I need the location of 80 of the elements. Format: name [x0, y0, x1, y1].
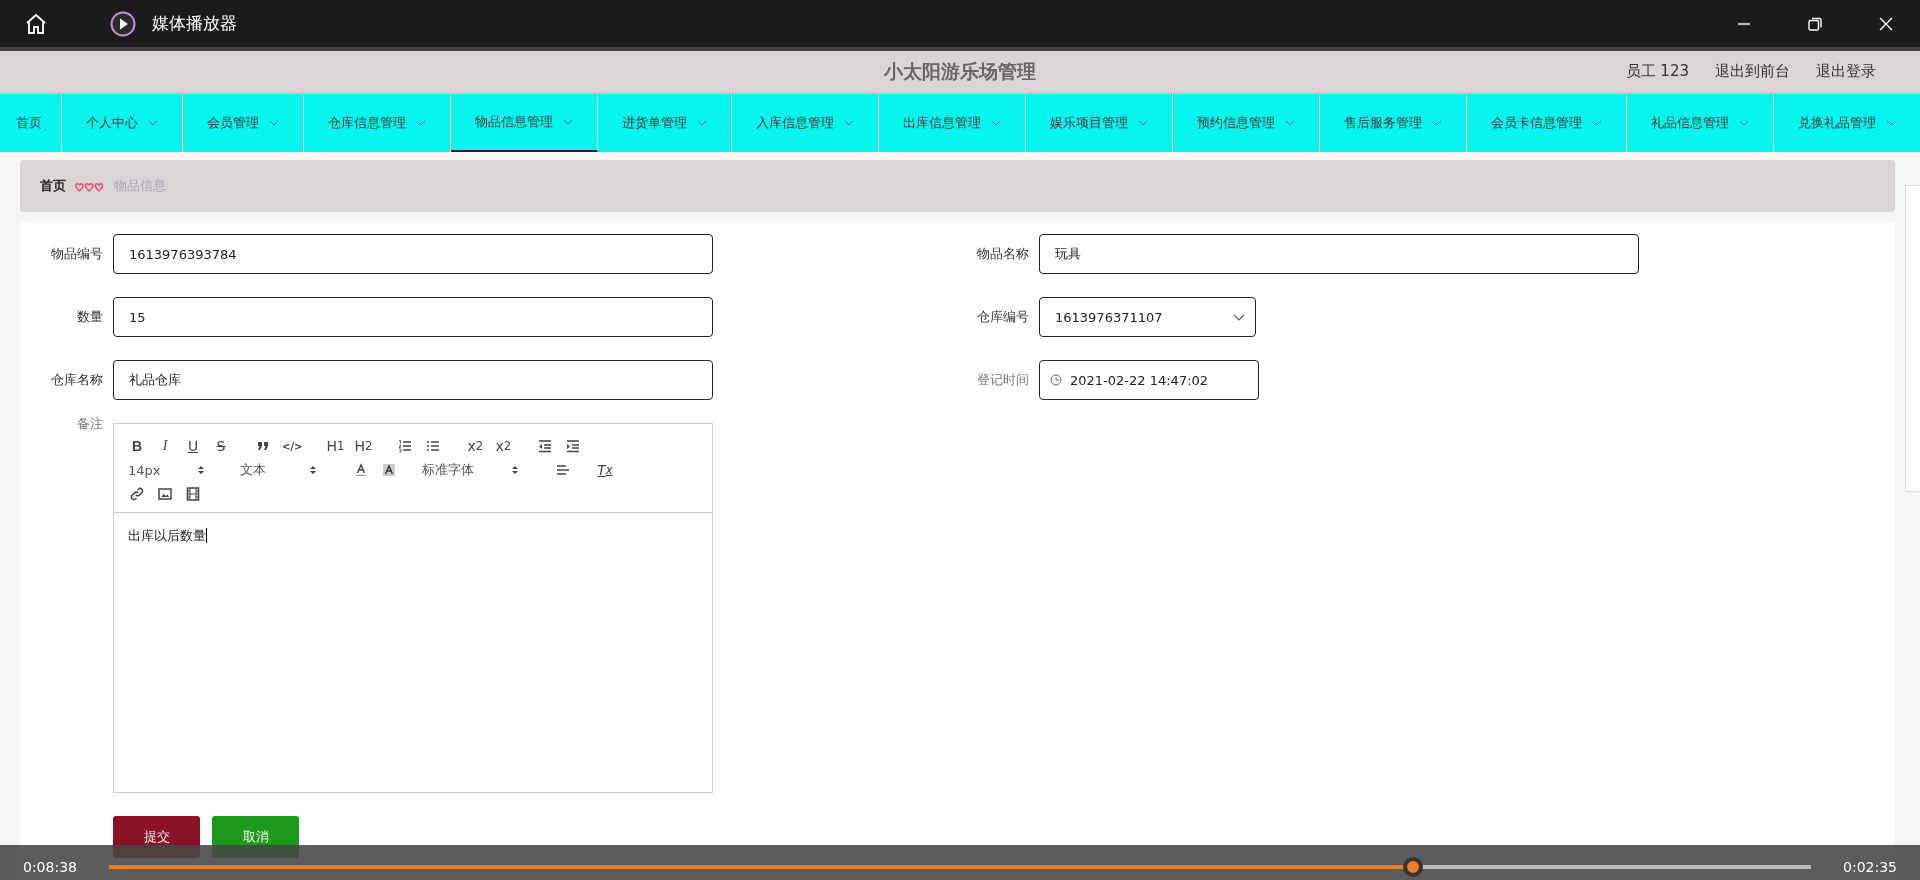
quote-icon[interactable] [256, 439, 270, 453]
field-label: 仓库编号 [976, 308, 1029, 326]
chevron-down-icon [1739, 120, 1749, 126]
nav-tab[interactable]: 会员管理 [183, 94, 304, 152]
field-label: 备注 [76, 415, 103, 433]
remaining-time: 0:02:35 [1843, 857, 1897, 875]
nav-tab[interactable]: 入库信息管理 [732, 94, 879, 152]
input-field[interactable]: 1613976393784 [113, 234, 713, 274]
chevron-down-icon [1285, 120, 1295, 126]
nav-tab[interactable]: 个人中心 [62, 94, 183, 152]
nav-tab[interactable]: 会员卡信息管理 [1467, 94, 1627, 152]
nav-tab[interactable]: 兑换礼品管理 [1774, 94, 1920, 152]
sort-arrows-icon [310, 465, 316, 475]
chevron-down-icon [1886, 120, 1896, 126]
toolbar-button[interactable]: B [128, 438, 146, 454]
link-icon[interactable] [130, 487, 144, 501]
app-title: 小太阳游乐场管理 [884, 58, 1036, 84]
toolbar-picker[interactable]: 标准字体 [422, 461, 518, 479]
chevron-down-icon [991, 120, 1001, 126]
field-label: 物品编号 [50, 245, 103, 263]
chevron-down-icon [1592, 120, 1602, 126]
field-label: 物品名称 [976, 245, 1029, 263]
nav-tab[interactable]: 进货单管理 [598, 94, 732, 152]
nav-tab[interactable]: 预约信息管理 [1173, 94, 1320, 152]
bullet-list-icon[interactable] [426, 439, 441, 453]
indent-icon[interactable] [566, 439, 581, 453]
field-label: 数量 [76, 308, 103, 326]
header-link[interactable]: 退出登录 [1816, 62, 1876, 81]
toolbar-picker[interactable]: 14px [128, 462, 204, 478]
header-link[interactable]: 退出到前台 [1715, 62, 1790, 81]
toolbar-button[interactable]: S [212, 438, 230, 454]
chevron-down-icon [416, 120, 426, 126]
nav-tab[interactable]: 娱乐项目管理 [1026, 94, 1173, 152]
chevron-down-icon [148, 120, 158, 126]
restore-icon[interactable] [1807, 15, 1823, 32]
breadcrumb-current: 物品信息 [114, 177, 166, 195]
home-icon[interactable] [24, 11, 48, 36]
chevron-down-icon [1432, 120, 1442, 126]
input-field[interactable]: 礼品仓库 [113, 360, 713, 400]
chevron-down-icon [1233, 313, 1245, 321]
elapsed-time: 0:08:38 [23, 857, 77, 875]
chevron-down-icon [563, 119, 573, 125]
chevron-down-icon [269, 120, 279, 126]
field-label: 仓库名称 [50, 371, 103, 389]
play-logo-icon [110, 10, 136, 37]
chevron-down-icon [1138, 120, 1148, 126]
input-field[interactable]: 玩具 [1039, 234, 1639, 274]
nav-tab[interactable]: 物品信息管理 [451, 94, 598, 152]
clock-icon [1050, 374, 1062, 386]
chevron-down-icon [844, 120, 854, 126]
date-field[interactable]: 2021-02-22 14:47:02 [1039, 360, 1259, 400]
nav-tab[interactable]: 出库信息管理 [879, 94, 1026, 152]
editor-text[interactable]: 出库以后数量 [128, 528, 207, 543]
seek-handle[interactable] [1402, 856, 1423, 877]
window-title: 媒体播放器 [152, 12, 237, 35]
breadcrumb-home[interactable]: 首页 [40, 177, 66, 195]
align-left-icon[interactable] [556, 463, 570, 477]
nav-tab[interactable]: 首页 [0, 94, 62, 152]
field-label: 登记时间 [976, 371, 1029, 389]
toolbar-button[interactable]: </> [282, 440, 303, 452]
input-field[interactable]: 15 [113, 297, 713, 337]
toolbar-picker[interactable]: 文本 [240, 461, 316, 479]
select-field[interactable]: 1613976371107 [1039, 297, 1256, 337]
text-color-icon[interactable] [354, 463, 368, 477]
user-label: 员工 123 [1625, 62, 1689, 81]
nav-tab[interactable]: 礼品信息管理 [1627, 94, 1774, 152]
image-icon[interactable] [158, 487, 172, 501]
numbered-list-icon[interactable] [398, 439, 413, 453]
highlight-icon[interactable] [382, 463, 396, 477]
chevron-down-icon [697, 120, 707, 126]
toolbar-button[interactable]: U [184, 438, 202, 454]
hearts-icon [74, 180, 106, 192]
nav-tab[interactable]: 售后服务管理 [1320, 94, 1467, 152]
close-icon[interactable] [1878, 15, 1894, 32]
sort-arrows-icon [198, 465, 204, 475]
nav-tab[interactable]: 仓库信息管理 [304, 94, 451, 152]
film-icon[interactable] [186, 487, 200, 501]
toolbar-button[interactable]: I [156, 438, 174, 454]
outdent-icon[interactable] [538, 439, 553, 453]
sort-arrows-icon [512, 465, 518, 475]
